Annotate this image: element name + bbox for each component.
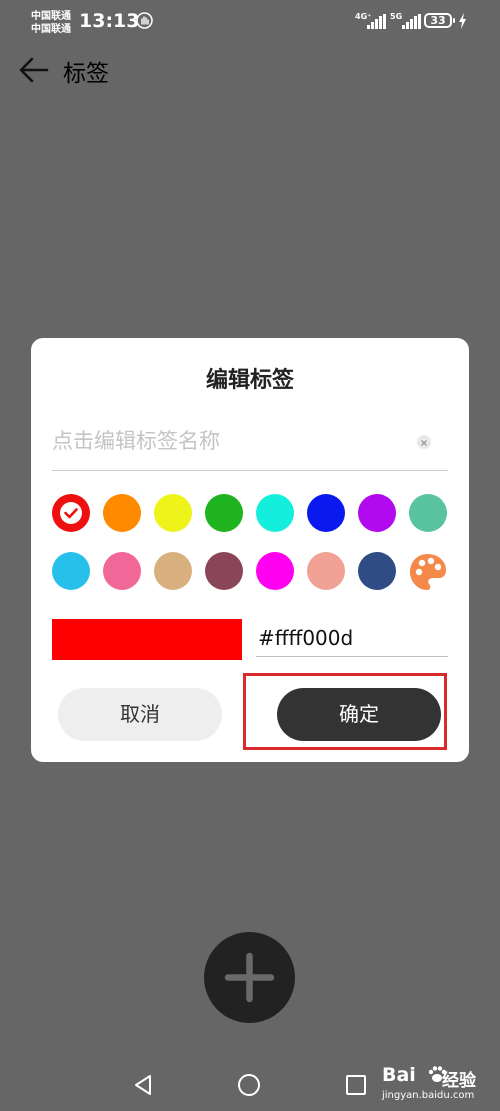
charging-bolt-icon <box>459 13 466 29</box>
color-swatch[interactable] <box>103 552 141 590</box>
color-swatch[interactable] <box>409 494 447 532</box>
dialog-title: 编辑标签 <box>205 368 294 393</box>
color-swatch[interactable] <box>52 552 90 590</box>
hex-color-input[interactable] <box>258 623 448 653</box>
carrier-2: 中国联通 <box>31 24 71 35</box>
color-swatch[interactable] <box>358 494 396 532</box>
color-swatch[interactable] <box>307 494 345 532</box>
check-icon <box>60 502 82 524</box>
nav-recent-apps-icon[interactable] <box>346 1075 366 1095</box>
watermark-domain: jingyan.baidu.com <box>382 1090 475 1101</box>
signal-bars-icon <box>402 14 421 29</box>
signal-2-label: 5G <box>390 12 403 21</box>
add-tag-button[interactable] <box>204 932 295 1023</box>
battery-icon: 33 <box>424 13 455 28</box>
back-arrow-icon[interactable] <box>18 56 50 84</box>
clear-icon[interactable] <box>417 435 431 449</box>
page-title: 标签 <box>63 61 109 87</box>
highlight-annotation <box>243 673 447 750</box>
color-swatch[interactable] <box>307 552 345 590</box>
hand-icon <box>136 12 153 29</box>
color-swatch[interactable] <box>205 552 243 590</box>
status-bar: 中国联通 中国联通 13:13 4G⁺ 5G 33 <box>0 0 500 46</box>
watermark-logo: Bai <box>382 1064 416 1086</box>
color-swatch[interactable] <box>103 494 141 532</box>
color-swatch[interactable] <box>154 494 192 532</box>
color-swatch[interactable] <box>256 552 294 590</box>
color-swatch[interactable] <box>154 552 192 590</box>
color-swatch[interactable] <box>205 494 243 532</box>
carrier-1: 中国联通 <box>31 11 71 22</box>
color-swatch[interactable] <box>358 552 396 590</box>
custom-palette-icon[interactable] <box>408 552 448 592</box>
cancel-button[interactable]: 取消 <box>58 688 222 741</box>
carrier-labels: 中国联通 中国联通 <box>31 10 71 36</box>
watermark-text: 经验 <box>442 1071 476 1091</box>
color-swatch-selected[interactable] <box>52 494 90 532</box>
tag-name-input[interactable] <box>52 424 424 458</box>
color-preview <box>52 619 242 660</box>
nav-home-icon[interactable] <box>238 1074 260 1096</box>
plus-icon <box>224 952 275 1003</box>
status-time: 13:13 <box>79 10 140 32</box>
nav-back-icon[interactable] <box>133 1074 153 1096</box>
hex-underline <box>256 656 448 657</box>
baidu-watermark: Bai 经验 jingyan.baidu.com <box>382 1060 492 1108</box>
color-swatch[interactable] <box>256 494 294 532</box>
input-underline <box>52 470 448 471</box>
signal-bars-icon <box>367 14 386 29</box>
